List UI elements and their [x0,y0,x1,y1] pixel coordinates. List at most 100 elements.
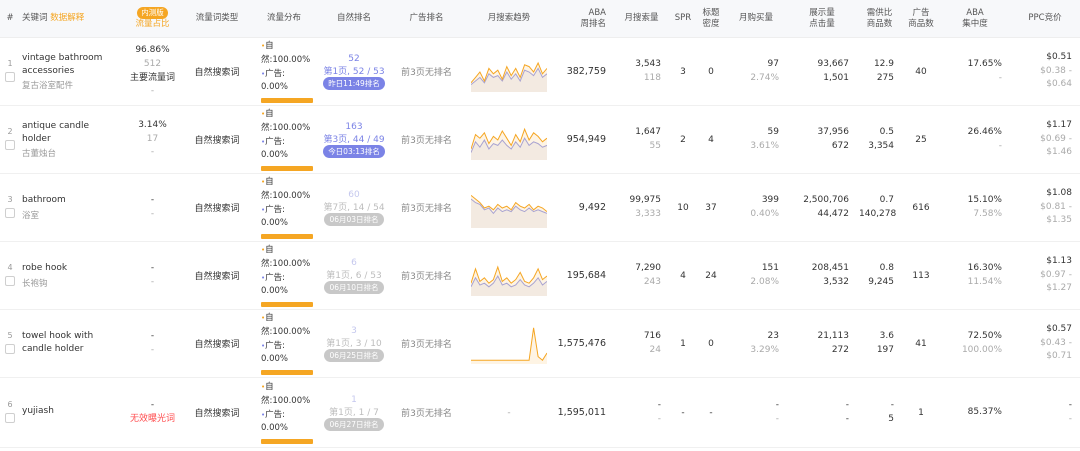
ppc-bid: $1.13 [1046,255,1072,266]
monthly-search-value: 7,290 [635,262,661,273]
row-checkbox[interactable] [5,412,15,423]
header-supply-ratio[interactable]: 需供比 商品数 [857,0,902,38]
header-aba-rank[interactable]: ABA 周排名 [554,0,614,38]
monthly-search-sub: 243 [643,276,661,287]
purchase-rate: 2.74% [750,72,779,83]
header-traffic-share[interactable]: 内测版 流量占比 [120,0,185,38]
ad-pct: 0.00% [261,286,289,297]
header-keyword[interactable]: 关键词 数据解释 [20,0,120,38]
supply-ratio-cell: 0.7 140,278 [857,173,902,242]
header-conc-line2: 集中度 [962,18,988,29]
trend-cell[interactable]: - [464,377,554,448]
organic-rank-position: 3 [351,325,357,336]
aba-concentration-sub: - [998,72,1002,83]
row-checkbox[interactable] [5,207,15,218]
aba-concentration: 72.50% [967,330,1002,341]
ad-pct: 0.00% [261,82,289,93]
organic-pct: 100.00% [272,258,311,269]
header-ad-products[interactable]: 广告 商品数 [902,0,940,38]
organic-pct: 100.00% [272,395,311,406]
title-density-cell: 37 [697,173,725,242]
title-density-cell: 24 [697,241,725,310]
supply-ratio-cell: 0.8 9,245 [857,241,902,310]
header-spr[interactable]: SPR [669,0,697,38]
aba-concentration-sub: 100.00% [961,344,1002,355]
ad-pct: 0.00% [261,354,289,365]
monthly-purchase-value: - [775,399,779,410]
header-ppc[interactable]: PPC竞价 [1010,0,1080,38]
row-checkbox[interactable] [5,343,15,354]
organic-pct: 100.00% [272,54,311,65]
monthly-purchase-value: 97 [767,58,779,69]
row-checkbox[interactable] [5,71,15,82]
monthly-trend-sparkline[interactable] [471,120,547,160]
keyword-text[interactable]: bathroom [22,194,118,206]
keyword-text[interactable]: yujiash [22,405,118,417]
rank-time-badge[interactable]: 06月03日排名 [324,212,384,226]
aba-concentration-cell: 15.10% 7.58% [940,173,1010,242]
traffic-share-pct: - [150,194,155,205]
ad-products-cell: 40 [902,37,940,106]
rank-time-badge[interactable]: 06月27日排名 [324,417,384,431]
impr-click-cell: 21,113 272 [787,309,857,378]
traffic-type-cell: 自然搜索词 [185,309,249,378]
ppc-cell: $0.57 $0.43 - $0.71 [1010,309,1080,378]
keyword-text[interactable]: vintage bathroom accessories [22,52,118,76]
header-impr-line2: 点击量 [809,18,835,29]
supply-ratio: 0.5 [879,126,894,137]
header-aba-concentration[interactable]: ABA 集中度 [940,0,1010,38]
data-explain-link[interactable]: 数据解释 [50,13,84,23]
monthly-search-value: 716 [643,330,661,341]
keyword-text[interactable]: robe hook [22,262,118,274]
header-ad-rank[interactable]: 广告排名 [389,0,464,38]
header-monthly-search[interactable]: 月搜索量 [614,0,669,38]
header-aba-rank-line1: ABA [588,7,606,18]
monthly-trend-sparkline[interactable] [471,188,547,228]
title-density-cell: - [697,377,725,448]
monthly-trend-sparkline[interactable] [471,52,547,92]
impr-click-cell: 37,956 672 [787,105,857,174]
ad-products-cell: 25 [902,105,940,174]
trend-cell[interactable] [464,309,554,378]
traffic-bar [261,97,313,103]
rank-time-badge[interactable]: 06月25日排名 [324,348,384,362]
traffic-share-cell: 3.14% 17 - [120,105,185,174]
aba-concentration-cell: 17.65% - [940,37,1010,106]
rank-time-badge[interactable]: 今日03:13排名 [323,144,385,158]
header-organic-rank[interactable]: 自然排名 [319,0,389,38]
spr-cell: 4 [669,241,697,310]
purchase-rate: - [775,413,779,424]
aba-rank-cell: 954,949 [554,105,614,174]
ad-products-cell: 113 [902,241,940,310]
header-index: # [0,0,20,38]
row-checkbox[interactable] [5,139,15,150]
monthly-trend-sparkline[interactable] [471,256,547,296]
header-traffic-dist[interactable]: 流量分布 [249,0,319,38]
trend-cell[interactable] [464,105,554,174]
header-title-density[interactable]: 标题 密度 [697,0,725,38]
row-checkbox[interactable] [5,275,15,286]
aba-concentration-sub: - [998,140,1002,151]
header-impr-click[interactable]: 展示量 点击量 [787,0,857,38]
table-header-row: # 关键词 数据解释 内测版 流量占比 流量词类型 流量分布 自然排名 广告排名… [0,0,1080,38]
ad-rank-cell: 前3页无排名 [389,377,464,448]
keyword-text[interactable]: towel hook with candle holder [22,330,118,354]
ppc-bid: $0.57 [1046,323,1072,334]
header-traffic-type[interactable]: 流量词类型 [185,0,249,38]
monthly-search-cell: 3,543 118 [614,37,669,106]
beta-badge: 内测版 [137,7,168,19]
monthly-purchase-cell: 151 2.08% [725,241,787,310]
monthly-search-value: - [657,399,661,410]
trend-cell[interactable] [464,241,554,310]
rank-time-badge[interactable]: 06月10日排名 [324,280,384,294]
trend-cell[interactable] [464,37,554,106]
keyword-text[interactable]: antique candle holder [22,120,118,144]
rank-time-badge[interactable]: 昨日11:49排名 [323,76,385,90]
row-index-cell: 5 [0,309,20,378]
header-monthly-purchase[interactable]: 月购买量 [725,0,787,38]
aba-concentration-sub: 7.58% [973,208,1002,219]
header-monthly-trend[interactable]: 月搜索趋势 [464,0,554,38]
supply-ratio: 0.8 [879,262,894,273]
trend-cell[interactable] [464,173,554,242]
monthly-trend-sparkline[interactable] [471,324,547,364]
